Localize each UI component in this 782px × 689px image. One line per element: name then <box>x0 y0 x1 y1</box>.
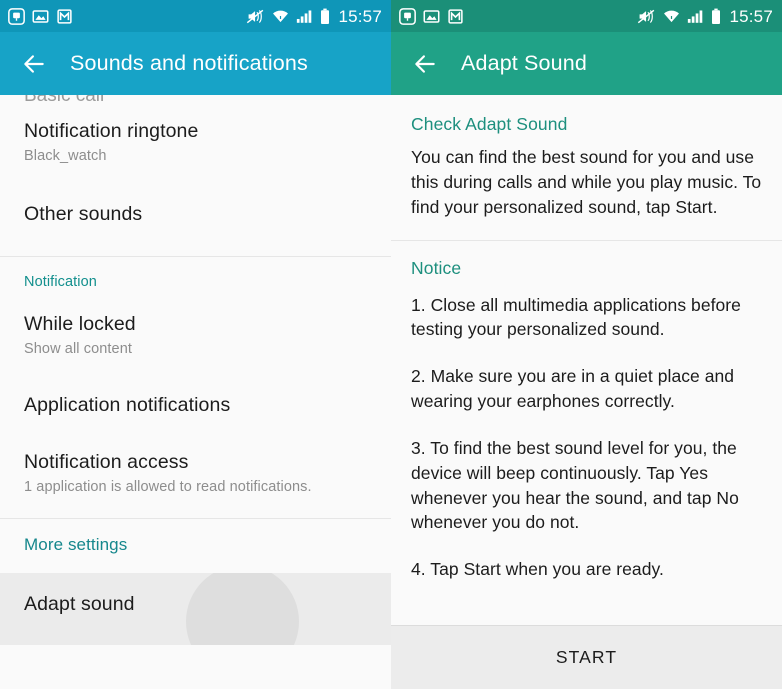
notice-header: Notice <box>411 257 462 278</box>
app-notification-icon <box>8 7 25 25</box>
more-settings-link[interactable]: More settings <box>0 519 391 573</box>
row-while-locked[interactable]: While locked Show all content <box>0 298 391 374</box>
gmail-icon <box>57 8 72 24</box>
back-arrow-icon[interactable] <box>21 51 47 77</box>
page-title: Adapt Sound <box>461 51 587 75</box>
row-notification-ringtone[interactable]: Notification ringtone Black_watch <box>0 107 391 181</box>
mute-icon <box>247 9 264 23</box>
sounds-section: Notification ringtone Black_watch Other … <box>0 107 391 256</box>
back-arrow-icon[interactable] <box>412 51 438 77</box>
wifi-icon <box>664 10 680 23</box>
check-adapt-sound-header: Check Adapt Sound <box>411 114 568 134</box>
battery-icon <box>712 8 721 24</box>
status-notification-icons <box>8 7 73 25</box>
app-notification-icon <box>399 7 416 25</box>
status-clock: 15:57 <box>729 6 773 26</box>
notice-block: Notice 1. Close all multimedia applicati… <box>391 240 782 601</box>
row-subtitle: 1 application is allowed to read notific… <box>24 479 312 496</box>
battery-icon <box>321 8 330 24</box>
check-adapt-sound-body: You can find the best sound for you and … <box>411 147 762 217</box>
row-subtitle: Show all content <box>24 341 132 358</box>
row-adapt-sound[interactable]: Adapt sound <box>0 573 391 645</box>
dual-screenshot-container: 15:57 Sounds and notifications Basic cal… <box>0 0 782 689</box>
status-system-icons: 15:57 <box>637 8 773 25</box>
row-application-notifications[interactable]: Application notifications <box>0 373 391 433</box>
row-notification-access[interactable]: Notification access 1 application is all… <box>0 434 391 519</box>
right-action-bar: Adapt Sound <box>391 32 782 95</box>
adapt-sound-content: Check Adapt Sound You can find the best … <box>391 95 782 601</box>
row-subtitle: Black_watch <box>24 148 107 165</box>
status-notification-icons <box>399 7 464 25</box>
photo-icon <box>32 9 49 23</box>
signal-icon <box>688 10 703 23</box>
row-other-sounds[interactable]: Other sounds <box>0 181 391 256</box>
left-settings-list[interactable]: Basic call Notification ringtone Black_w… <box>0 95 391 645</box>
partial-row-label: Basic call <box>24 95 105 106</box>
status-clock: 15:57 <box>338 6 382 26</box>
row-title: Other sounds <box>24 202 143 225</box>
photo-icon <box>423 9 440 23</box>
section-header-notification: Notification <box>24 273 97 290</box>
right-phone-screen: 15:57 Adapt Sound Check Adapt Sound You … <box>391 0 782 689</box>
right-status-bar: 15:57 <box>391 0 782 32</box>
left-phone-screen: 15:57 Sounds and notifications Basic cal… <box>0 0 391 689</box>
row-title: While locked <box>24 312 136 335</box>
row-title: Notification access <box>24 450 189 473</box>
start-button-label: START <box>555 647 618 667</box>
left-status-bar: 15:57 <box>0 0 391 32</box>
start-button[interactable]: START <box>391 625 782 689</box>
notice-list: 1. Close all multimedia applications bef… <box>411 293 762 583</box>
left-action-bar: Sounds and notifications <box>0 32 391 95</box>
mute-icon <box>638 9 655 23</box>
list-item: 2. Make sure you are in a quiet place an… <box>411 366 735 412</box>
status-system-icons: 15:57 <box>246 8 382 25</box>
list-item: 1. Close all multimedia applications bef… <box>411 294 741 340</box>
gmail-icon <box>448 8 463 24</box>
notification-section: Notification While locked Show all conte… <box>0 256 391 519</box>
row-title: Adapt sound <box>24 593 135 616</box>
page-title: Sounds and notifications <box>70 51 308 75</box>
row-title: Notification ringtone <box>24 120 199 142</box>
list-item: 3. To find the best sound level for you,… <box>411 437 739 533</box>
list-item: 4. Tap Start when you are ready. <box>411 559 664 580</box>
check-adapt-sound-block: Check Adapt Sound You can find the best … <box>391 95 782 240</box>
row-title: Application notifications <box>24 394 231 417</box>
wifi-icon <box>273 10 289 23</box>
signal-icon <box>297 10 312 23</box>
partial-scrolled-row: Basic call <box>0 95 391 107</box>
